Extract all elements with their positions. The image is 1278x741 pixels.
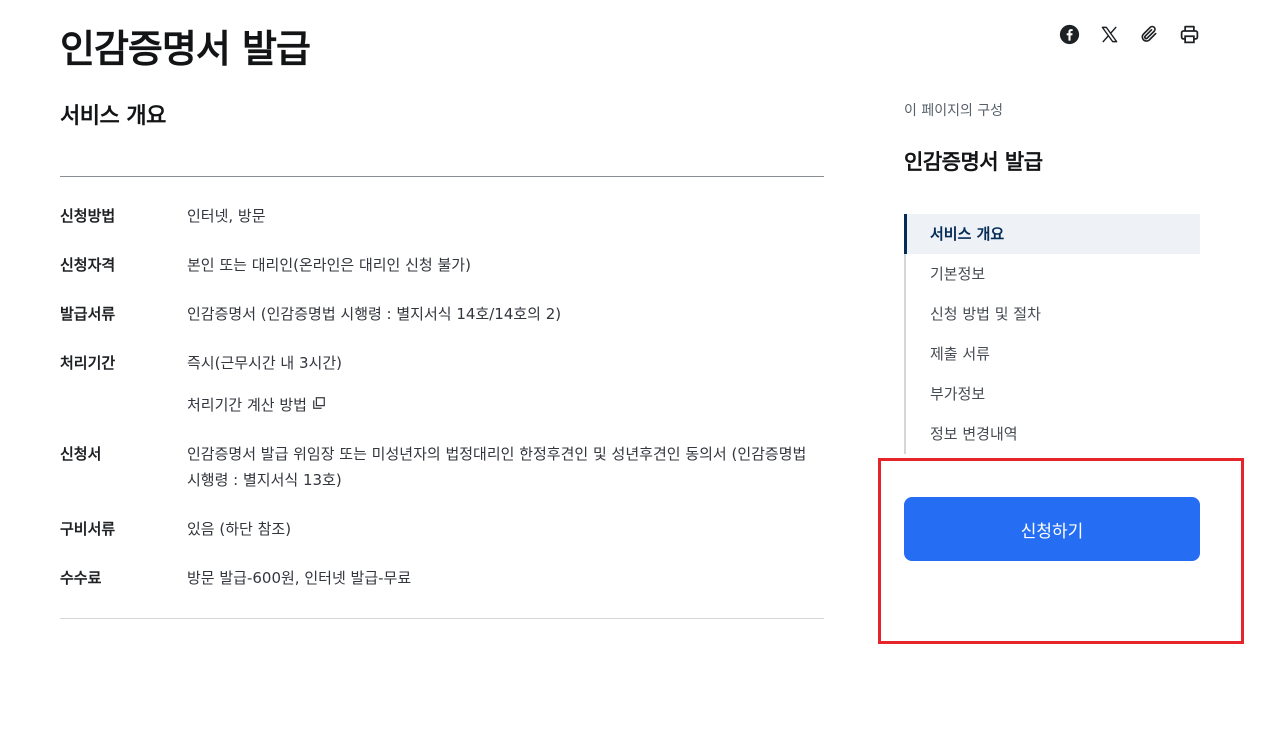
row-label: 수수료 (60, 569, 102, 587)
section-title: 서비스 개요 (60, 104, 166, 129)
table-row: 수수료 방문 발급-600원, 인터넷 발급-무료 (60, 551, 824, 600)
row-label: 구비서류 (60, 520, 116, 538)
page-title: 인감증명서 발급 (60, 27, 311, 71)
row-value: 인감증명서 발급 위임장 또는 미성년자의 법정대리인 한정후견인 및 성년후견… (187, 445, 807, 489)
toc-title: 인감증명서 발급 (904, 150, 1043, 174)
toc-caption: 이 페이지의 구성 (904, 103, 1004, 119)
share-toolbar (1058, 22, 1200, 46)
x-icon[interactable] (1098, 22, 1120, 46)
service-overview-section: 서비스 개요 신청방법 인터넷, 방문 신청자격 본인 또는 대리인(온라인은 … (60, 98, 824, 619)
table-row: 신청서 인감증명서 발급 위임장 또는 미성년자의 법정대리인 한정후견인 및 … (60, 427, 824, 502)
facebook-icon[interactable] (1058, 22, 1080, 46)
table-row: 발급서류 인감증명서 (인감증명법 시행령 : 별지서식 14호/14호의 2) (60, 287, 824, 336)
toc-item-additional-info[interactable]: 부가정보 (906, 374, 1200, 414)
table-row: 신청방법 인터넷, 방문 (60, 189, 824, 238)
table-row: 구비서류 있음 (하단 참조) (60, 502, 824, 551)
row-value: 인감증명서 (인감증명법 시행령 : 별지서식 14호/14호의 2) (187, 305, 562, 323)
row-label: 처리기간 (60, 354, 116, 372)
table-row: 처리기간 즉시(근무시간 내 3시간) 처리기간 계산 방법 (60, 336, 824, 427)
paperclip-icon[interactable] (1138, 22, 1160, 46)
row-label: 신청서 (60, 445, 102, 463)
row-label: 발급서류 (60, 305, 116, 323)
toc-list: 서비스 개요 기본정보 신청 방법 및 절차 제출 서류 부가정보 정보 변경내… (904, 214, 1200, 454)
toc-item-change-history[interactable]: 정보 변경내역 (906, 414, 1200, 454)
page-toc: 이 페이지의 구성 인감증명서 발급 서비스 개요 기본정보 신청 방법 및 절… (904, 98, 1200, 454)
row-label: 신청방법 (60, 207, 116, 225)
overview-table: 신청방법 인터넷, 방문 신청자격 본인 또는 대리인(온라인은 대리인 신청 … (60, 177, 824, 600)
toc-item-service-overview[interactable]: 서비스 개요 (904, 214, 1200, 254)
apply-button[interactable]: 신청하기 (904, 497, 1200, 561)
row-value: 있음 (하단 참조) (187, 520, 292, 538)
row-value: 본인 또는 대리인(온라인은 대리인 신청 불가) (187, 256, 471, 274)
link-label: 처리기간 계산 방법 (187, 396, 307, 414)
processing-time-calc-link[interactable]: 처리기간 계산 방법 (187, 392, 326, 418)
toc-item-basic-info[interactable]: 기본정보 (906, 254, 1200, 294)
row-value: 방문 발급-600원, 인터넷 발급-무료 (187, 569, 412, 587)
row-label: 신청자격 (60, 256, 116, 274)
popup-window-icon (312, 392, 326, 418)
row-value-group: 즉시(근무시간 내 3시간) 처리기간 계산 방법 (187, 350, 824, 418)
row-value: 인터넷, 방문 (187, 207, 266, 225)
table-bottom-divider (60, 618, 824, 619)
table-row: 신청자격 본인 또는 대리인(온라인은 대리인 신청 불가) (60, 238, 824, 287)
row-value: 즉시(근무시간 내 3시간) (187, 354, 342, 372)
toc-item-application-procedure[interactable]: 신청 방법 및 절차 (906, 294, 1200, 334)
printer-icon[interactable] (1178, 22, 1200, 46)
toc-item-required-documents[interactable]: 제출 서류 (906, 334, 1200, 374)
